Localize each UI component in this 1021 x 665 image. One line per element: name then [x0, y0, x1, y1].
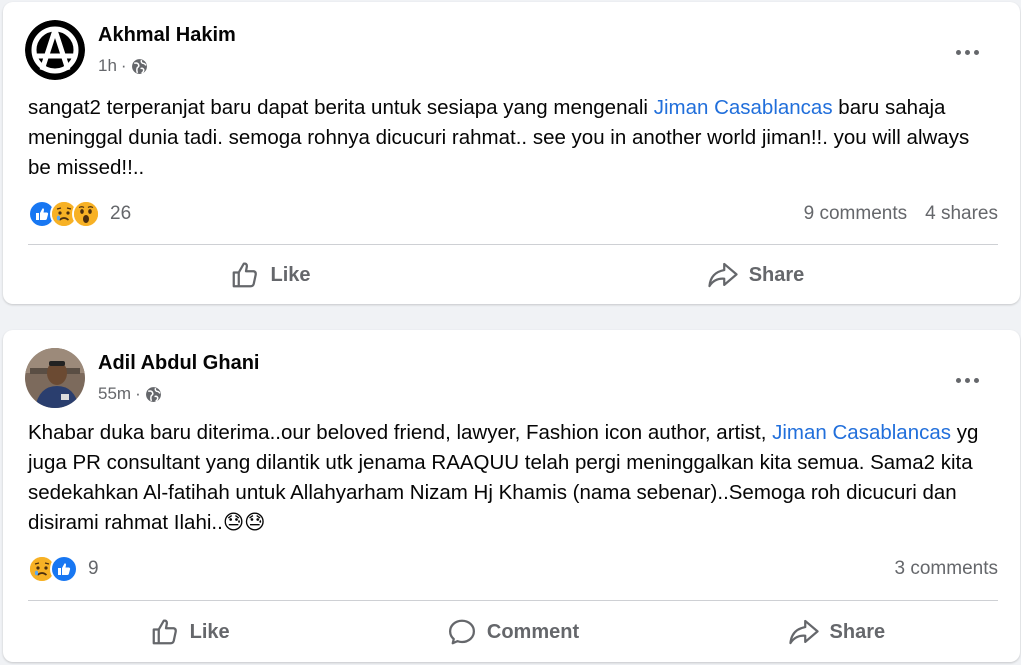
like-icon: [50, 555, 78, 583]
anarchy-logo-icon: [25, 20, 85, 80]
post-card: Adil Abdul Ghani 55m · Khabar duka baru …: [3, 330, 1020, 662]
divider: [28, 244, 998, 245]
avatar[interactable]: [25, 348, 85, 408]
mention-link[interactable]: Jiman Casablancas: [772, 421, 951, 444]
post-meta: 55m ·: [98, 384, 162, 404]
thumbs-up-icon: [152, 619, 177, 645]
post-text: sangat2 terperanjat baru dapat berita un…: [28, 93, 992, 183]
engagement-counts: 9 comments 4 shares: [804, 203, 998, 225]
like-button[interactable]: Like: [28, 253, 513, 297]
author-name[interactable]: Akhmal Hakim: [98, 24, 236, 47]
author-name[interactable]: Adil Abdul Ghani: [98, 352, 259, 375]
post-actions: Like Share: [28, 251, 998, 299]
globe-icon[interactable]: [131, 58, 148, 75]
reaction-count: 9: [88, 558, 99, 579]
share-button[interactable]: Share: [675, 610, 998, 654]
more-options-icon[interactable]: [956, 46, 984, 58]
comment-label: Comment: [486, 620, 580, 643]
comment-button[interactable]: Comment: [351, 610, 674, 654]
like-label: Like: [189, 620, 230, 643]
reactions-summary[interactable]: 9: [28, 555, 99, 583]
share-label: Share: [829, 620, 886, 643]
share-arrow-icon: [708, 262, 738, 288]
like-button[interactable]: Like: [28, 610, 351, 654]
meta-separator: ·: [135, 384, 141, 403]
mention-link[interactable]: Jiman Casablancas: [654, 96, 833, 119]
post-time[interactable]: 1h: [98, 56, 117, 76]
post-meta: 1h ·: [98, 56, 148, 76]
sweat-emoji-icon: 😓😓: [222, 511, 266, 534]
engagement-counts: 3 comments: [895, 558, 998, 580]
post-header: Akhmal Hakim 1h ·: [25, 18, 998, 80]
comment-bubble-icon: [448, 619, 475, 645]
wow-icon: [72, 200, 100, 228]
post-text-part: Khabar duka baru diterima..our beloved f…: [28, 421, 773, 444]
comments-count[interactable]: 3 comments: [895, 558, 998, 580]
post-time[interactable]: 55m: [98, 384, 131, 404]
globe-icon[interactable]: [145, 386, 162, 403]
thumbs-up-icon: [233, 262, 258, 288]
meta-separator: ·: [120, 56, 127, 75]
post-text: Khabar duka baru diterima..our beloved f…: [28, 418, 992, 538]
divider: [28, 600, 998, 601]
post-stats: 9 3 comments: [28, 554, 998, 584]
post-header: Adil Abdul Ghani 55m ·: [25, 346, 998, 408]
share-arrow-icon: [788, 619, 819, 645]
reactions-summary[interactable]: 26: [28, 200, 131, 228]
post-text-part: sangat2 terperanjat baru dapat berita un…: [28, 96, 654, 119]
reaction-count: 26: [110, 203, 132, 224]
comments-count[interactable]: 9 comments: [804, 203, 907, 225]
like-label: Like: [270, 263, 311, 286]
news-feed: Akhmal Hakim 1h · sangat2 terperanjat ba…: [0, 0, 1021, 665]
post-stats: 26 9 comments 4 shares: [28, 199, 998, 229]
post-card: Akhmal Hakim 1h · sangat2 terperanjat ba…: [3, 2, 1020, 304]
share-label: Share: [748, 263, 805, 286]
profile-photo: [25, 348, 85, 408]
shares-count[interactable]: 4 shares: [925, 203, 998, 225]
share-button[interactable]: Share: [513, 253, 998, 297]
post-actions: Like Comment Share: [28, 608, 998, 656]
avatar[interactable]: [25, 20, 85, 80]
more-options-icon[interactable]: [956, 374, 984, 386]
